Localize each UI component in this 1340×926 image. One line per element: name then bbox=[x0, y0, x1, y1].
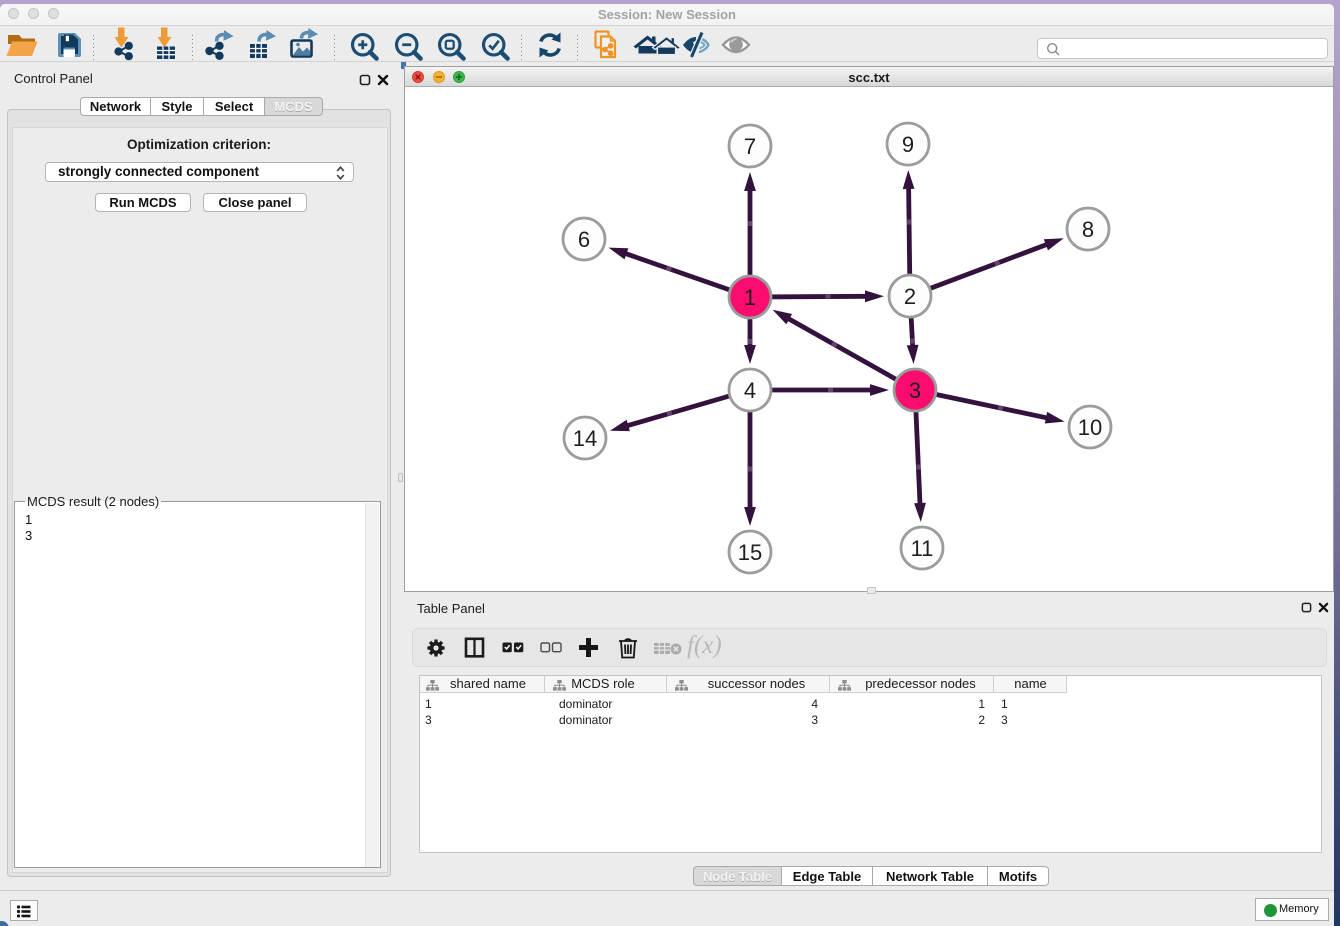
svg-text:8: 8 bbox=[1082, 217, 1094, 242]
svg-text:6: 6 bbox=[578, 227, 590, 252]
svg-text:15: 15 bbox=[738, 540, 762, 565]
svg-text:4: 4 bbox=[744, 378, 756, 403]
svg-text:2: 2 bbox=[904, 284, 916, 309]
svg-text:11: 11 bbox=[911, 536, 934, 561]
svg-text:7: 7 bbox=[744, 134, 756, 159]
svg-text:10: 10 bbox=[1078, 415, 1102, 440]
svg-text:14: 14 bbox=[573, 426, 597, 451]
svg-text:9: 9 bbox=[902, 132, 914, 157]
svg-text:1: 1 bbox=[744, 285, 756, 310]
svg-text:3: 3 bbox=[909, 378, 921, 403]
